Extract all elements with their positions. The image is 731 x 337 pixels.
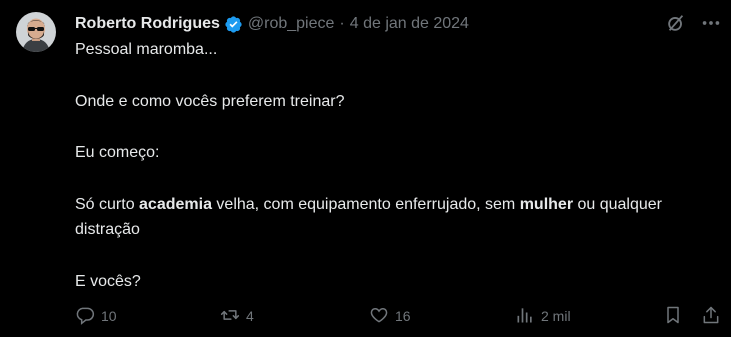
reply-count: 10 (101, 308, 117, 324)
action-bar: 10 4 16 2 mil (75, 304, 725, 328)
more-icon[interactable] (700, 12, 722, 34)
view-count: 2 mil (541, 308, 571, 324)
bookmark-button[interactable] (663, 304, 683, 328)
avatar[interactable] (16, 12, 56, 52)
views-button[interactable]: 2 mil (515, 304, 571, 328)
post-text: Pessoal maromba... Onde e como vocês pre… (75, 37, 715, 294)
reply-icon (75, 305, 95, 328)
text-segment: Só curto (75, 195, 140, 213)
views-icon (515, 305, 535, 328)
post-line: Pessoal maromba... (75, 41, 218, 58)
like-button[interactable]: 16 (369, 304, 411, 328)
reply-button[interactable]: 10 (75, 304, 117, 328)
repost-button[interactable]: 4 (220, 304, 254, 328)
bold-word: academia (139, 195, 212, 213)
text-segment: velha, com equipamento enferrujado, sem (211, 195, 520, 213)
like-count: 16 (395, 308, 411, 324)
post-header: Roberto Rodrigues @rob_piece · 4 de jan … (75, 13, 469, 35)
heart-icon (369, 305, 389, 328)
post-line: Onde e como vocês preferem treinar? (75, 92, 345, 110)
author-name[interactable]: Roberto Rodrigues (75, 15, 220, 33)
share-button[interactable] (701, 304, 721, 328)
grok-icon[interactable] (665, 12, 687, 34)
verified-badge-icon (224, 15, 243, 34)
author-handle[interactable]: @rob_piece (248, 15, 335, 33)
repost-count: 4 (246, 308, 254, 324)
header-separator: · (339, 15, 345, 32)
post-line: E vocês? (75, 272, 141, 290)
post-line: Só curto academia velha, com equipamento… (75, 192, 715, 243)
post-line: Eu começo: (75, 144, 160, 161)
repost-icon (220, 305, 240, 328)
bold-word: mulher (519, 195, 574, 213)
share-icon (701, 305, 721, 328)
post-date[interactable]: 4 de jan de 2024 (350, 15, 469, 33)
bookmark-icon (663, 305, 683, 328)
